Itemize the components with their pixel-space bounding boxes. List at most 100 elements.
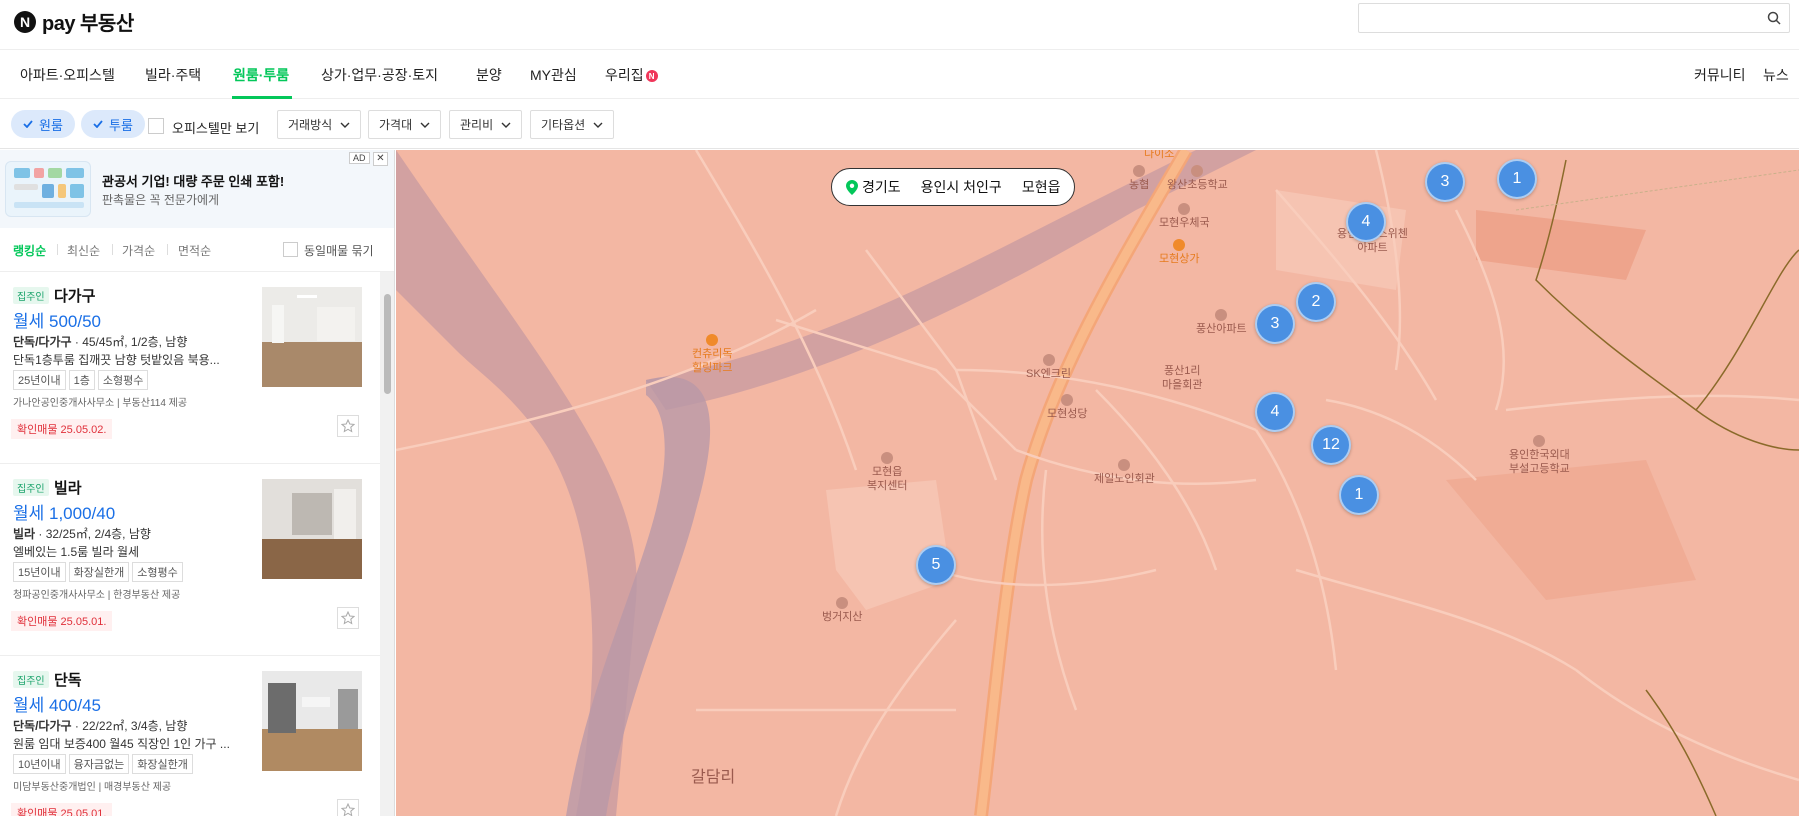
poi-senior-center[interactable]: 제일노인회관: [1094, 458, 1155, 486]
listing-type: 빌라: [54, 480, 82, 497]
favorite-star-button[interactable]: [337, 799, 359, 816]
listing-cluster-marker[interactable]: 4: [1255, 392, 1295, 432]
breadcrumb-province[interactable]: 경기도: [846, 177, 901, 197]
ad-image: [5, 161, 91, 217]
tab-commercial[interactable]: 상가·업무·공장·토지: [321, 65, 438, 85]
listing-agent: 미담부동산중개법인 | 매경부동산 제공: [13, 782, 172, 793]
favorite-star-button[interactable]: [337, 415, 359, 437]
dropdown-other-options[interactable]: 기타옵션: [530, 110, 615, 139]
poi-hufs-high-school[interactable]: 용인한국외대부설고등학교: [1509, 434, 1570, 476]
listing-type: 다가구: [54, 288, 96, 305]
listing-cluster-marker[interactable]: 4: [1346, 202, 1386, 242]
listing-item[interactable]: 집주인 다가구 월세 500/50 단독/다가구 · 45/45㎡, 1/2층,…: [0, 273, 380, 464]
tab-villa-house[interactable]: 빌라·주택: [145, 65, 201, 85]
map-pin-icon: [846, 179, 858, 195]
sort-ranking[interactable]: 랭킹순: [13, 242, 46, 259]
logo-text: pay 부동산: [42, 13, 134, 35]
poi-church[interactable]: 모현성당: [1047, 393, 1087, 421]
listing-cluster-marker[interactable]: 1: [1339, 475, 1379, 515]
sort-price[interactable]: 가격순: [122, 242, 155, 259]
listing-cluster-marker[interactable]: 3: [1425, 162, 1465, 202]
scrollbar-thumb[interactable]: [384, 294, 391, 394]
poi-pungsan-apartment[interactable]: 풍산아파트: [1196, 308, 1247, 336]
tab-presale[interactable]: 분양: [476, 65, 502, 85]
poi-sk-encleen[interactable]: SK엔크린: [1026, 353, 1071, 381]
listing-tag: 10년이내: [13, 754, 66, 774]
filter-chip-tworoom[interactable]: 투룸: [81, 110, 145, 138]
sort-newest[interactable]: 최신순: [67, 242, 100, 259]
dropdown-label: 가격대: [379, 118, 413, 132]
listing-tag: 25년이내: [13, 370, 66, 390]
poi-label: 부설고등학교: [1509, 463, 1570, 475]
listing-item[interactable]: 집주인 빌라 월세 1,000/40 빌라 · 32/25㎡, 2/4층, 남향…: [0, 465, 380, 656]
tab-my-interest[interactable]: MY관심: [530, 65, 577, 85]
ad-close-button[interactable]: ✕: [373, 152, 388, 166]
breadcrumb-city[interactable]: 용인시 처인구: [921, 177, 1002, 197]
listing-price: 월세 400/45: [13, 696, 101, 715]
poi-welfare-center[interactable]: 모현읍 복지센터: [867, 451, 907, 493]
group-same-listing-label: 동일매물 묶기: [304, 244, 374, 258]
tab-news[interactable]: 뉴스: [1763, 65, 1789, 85]
active-tab-underline: [232, 96, 292, 99]
dropdown-maintenance-fee[interactable]: 관리비: [449, 110, 523, 139]
listing-description: 원룸 임대 보증400 월45 직장인 1인 가구 ...: [13, 737, 230, 751]
tab-community[interactable]: 커뮤니티: [1694, 65, 1746, 85]
listing-spec: 단독/다가구 · 45/45㎡, 1/2층, 남향: [13, 333, 187, 350]
tab-apartment-officetel[interactable]: 아파트·오피스텔: [20, 65, 115, 85]
dropdown-price[interactable]: 가격대: [368, 110, 442, 139]
tab-our-home[interactable]: 우리집 N: [605, 65, 658, 85]
tab-oneroom-tworoom[interactable]: 원룸·투룸: [233, 65, 289, 85]
search-input[interactable]: [1358, 3, 1790, 33]
poi-country-dog-park[interactable]: 컨츄리독 힐링파크: [692, 333, 732, 375]
church-icon: [1061, 394, 1074, 407]
group-same-listing-checkbox[interactable]: [283, 242, 298, 257]
favorite-star-button[interactable]: [337, 607, 359, 629]
poi-label: 농협: [1129, 179, 1150, 191]
poi-label: 복지센터: [867, 480, 908, 492]
listing-price: 월세 500/50: [13, 312, 101, 331]
poi-village-hall[interactable]: 풍산1리 마을회관: [1162, 364, 1202, 392]
mountain-icon: [836, 597, 849, 610]
map-view[interactable]: 경기도 용인시 처인구 모현읍 다이소 농협 왕산초등학교 모현우체국 모현상가…: [396, 150, 1799, 816]
ad-banner[interactable]: 관공서 기업! 대량 주문 인쇄 포함! 판촉물은 꼭 전문가에게 AD ✕: [0, 150, 394, 228]
listing-cluster-marker[interactable]: 5: [916, 545, 956, 585]
listing-photo[interactable]: [262, 671, 362, 771]
tab-our-home-label: 우리집: [605, 67, 644, 83]
poi-daiso[interactable]: 다이소: [1144, 150, 1174, 161]
listing-tags: 15년이내 화장실한개 소형평수: [13, 562, 183, 582]
listing-photo[interactable]: [262, 287, 362, 387]
poi-post-office[interactable]: 모현우체국: [1159, 202, 1210, 230]
poi-mall[interactable]: 모현상가: [1159, 238, 1199, 266]
location-breadcrumb[interactable]: 경기도 용인시 처인구 모현읍: [831, 168, 1076, 206]
listing-agent: 가나안공인중개사사무소 | 부동산114 제공: [13, 398, 188, 409]
sort-area[interactable]: 면적순: [178, 242, 211, 259]
listing-cluster-marker[interactable]: 2: [1296, 282, 1336, 322]
chevron-down-icon: [340, 122, 350, 128]
filter-bar: 원룸 투룸 오피스텔만 보기 거래방식 가격대 관리비 기타옵션: [0, 100, 1799, 149]
listing-price: 월세 1,000/40: [13, 504, 116, 523]
category-nav: 아파트·오피스텔 빌라·주택 원룸·투룸 상가·업무·공장·토지 분양 MY관심…: [0, 51, 1799, 99]
breadcrumb-town[interactable]: 모현읍: [1022, 177, 1061, 197]
naver-pay-logo[interactable]: N pay 부동산: [14, 7, 134, 36]
chip-label: 원룸: [39, 117, 63, 133]
dropdown-deal-type[interactable]: 거래방식: [277, 110, 362, 139]
filter-chip-oneroom[interactable]: 원룸: [11, 110, 75, 138]
chevron-down-icon: [420, 122, 430, 128]
listing-cluster-marker[interactable]: 3: [1255, 304, 1295, 344]
listing-agent: 청파공인중개사사무소 | 한경부동산 제공: [13, 590, 181, 601]
listing-cluster-marker[interactable]: 1: [1497, 159, 1537, 199]
search-icon[interactable]: [1767, 11, 1781, 25]
officetel-only-checkbox[interactable]: [148, 118, 164, 134]
listing-cluster-marker[interactable]: 12: [1311, 425, 1351, 465]
listing-item[interactable]: 집주인 단독 월세 400/45 단독/다가구 · 22/22㎡, 3/4층, …: [0, 657, 380, 816]
listing-description: 단독1층투룸 집깨끗 남향 텃밭있음 북용...: [13, 353, 220, 367]
poi-label: 용인한국외대: [1509, 449, 1570, 461]
poi-mountain[interactable]: 벙거지산: [822, 596, 862, 624]
poi-wangsan-school[interactable]: 왕산초등학교: [1167, 164, 1228, 192]
listing-scrollbar[interactable]: [380, 272, 394, 816]
listing-photo[interactable]: [262, 479, 362, 579]
poi-nonghyup[interactable]: 농협: [1129, 164, 1149, 192]
star-icon: [341, 419, 355, 433]
listing-tag: 화장실한개: [132, 754, 193, 774]
listing-tag: 1층: [68, 370, 95, 390]
